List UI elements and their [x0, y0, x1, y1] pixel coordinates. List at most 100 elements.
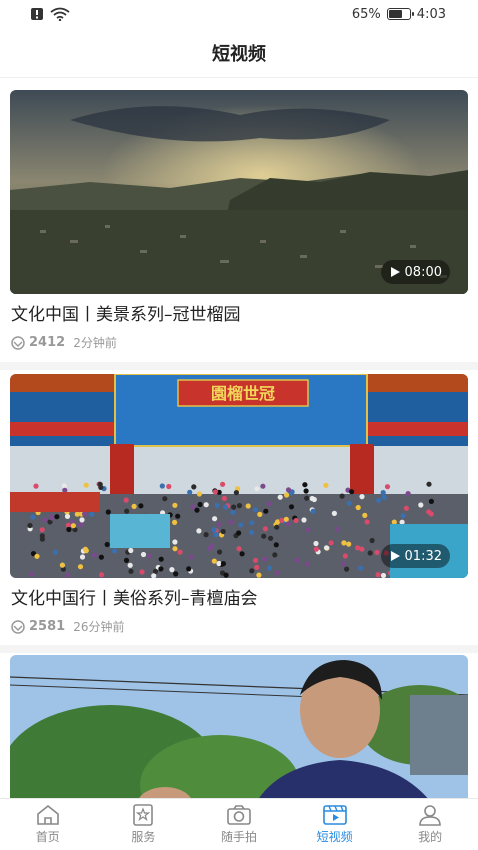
- crowd-dot: [381, 494, 387, 500]
- crowd-dot: [359, 494, 365, 500]
- crowd-dot: [328, 540, 334, 546]
- crowd-dot: [273, 542, 279, 548]
- crowd-dot: [128, 568, 134, 574]
- crowd-dot: [284, 492, 290, 498]
- crowd-dot: [342, 553, 348, 559]
- crowd-dot: [59, 562, 65, 568]
- crowd-dot: [236, 530, 242, 536]
- tab-label: 首页: [35, 830, 60, 844]
- crowd-dot: [245, 503, 251, 509]
- crowd-dot: [105, 509, 111, 515]
- crowd-dot: [78, 522, 84, 528]
- crowd-dot: [277, 494, 283, 500]
- tab-service[interactable]: 服务: [96, 799, 192, 850]
- crowd-dot: [236, 503, 242, 509]
- crowd-dot: [70, 523, 76, 529]
- crowd-dot: [223, 572, 229, 578]
- crowd-dot: [66, 526, 72, 533]
- battery-fill: [388, 10, 402, 18]
- tab-label: 短视频: [316, 830, 353, 844]
- video-duration: 08:00: [404, 264, 442, 280]
- crowd-dot: [268, 535, 274, 541]
- crowd-dot: [323, 545, 330, 551]
- crowd-dot: [39, 527, 45, 533]
- crowd-dot: [362, 512, 368, 518]
- crowd-dot: [323, 482, 329, 488]
- bottom-tab-bar: 首页 服务 随手拍 短视频 我的: [0, 798, 478, 850]
- video-card[interactable]: 園榴世冠 01:32 文化中国行丨美俗系列–青檀庙会 2581 26分钟前: [0, 370, 478, 655]
- crowd-dot: [217, 549, 223, 555]
- video-thumbnail[interactable]: 08:00: [10, 90, 468, 294]
- crowd-dot: [384, 484, 391, 490]
- crowd-dot: [91, 552, 98, 558]
- crowd-dot: [30, 514, 36, 520]
- crowd-dot: [159, 483, 165, 489]
- tab-snapshot[interactable]: 随手拍: [191, 799, 287, 850]
- publish-time: 2分钟前: [73, 336, 117, 350]
- crowd-dot: [214, 502, 220, 508]
- video-feed[interactable]: 08:00 文化中国丨美景系列–冠世榴园 2412 2分钟前 園榴世冠 01:3…: [0, 78, 478, 798]
- crowd-dot: [172, 539, 178, 545]
- page-title: 短视频: [212, 43, 266, 65]
- crowd-dot: [97, 481, 103, 487]
- video-card[interactable]: [0, 653, 478, 798]
- crowd-dot: [239, 551, 245, 557]
- crowd-dot: [162, 496, 168, 502]
- crowd-dot: [52, 549, 59, 555]
- crowd-dot: [252, 507, 259, 513]
- crowd-dot: [172, 546, 178, 552]
- crowd-dot: [65, 572, 71, 578]
- video-meta: 2581 26分钟前: [11, 618, 124, 635]
- crowd-dot: [341, 540, 347, 546]
- publish-time: 26分钟前: [73, 620, 125, 634]
- crowd-dot: [190, 504, 196, 510]
- video-thumbnail[interactable]: [10, 655, 468, 798]
- crowd-dot: [207, 545, 213, 552]
- duration-badge: 08:00: [380, 260, 450, 284]
- crowd-dot: [344, 566, 350, 572]
- crowd-dot: [248, 529, 255, 536]
- crowd-dot: [369, 537, 375, 544]
- crowd-dot: [124, 508, 130, 514]
- crowd-dot: [83, 482, 89, 488]
- crowd-dot: [54, 514, 60, 520]
- crowd-dot: [274, 524, 280, 530]
- crowd-dot: [48, 513, 55, 519]
- crowd-dot: [274, 570, 280, 576]
- crowd-dot: [203, 532, 209, 538]
- clock: 4:03: [416, 6, 446, 22]
- crowd-dot: [355, 545, 361, 551]
- crowd-dot: [33, 483, 39, 489]
- crowd-dot: [212, 516, 218, 522]
- tab-profile[interactable]: 我的: [382, 799, 478, 850]
- video-duration: 01:32: [404, 548, 442, 564]
- tab-home[interactable]: 首页: [0, 799, 96, 850]
- status-bar: 65% 4:03: [0, 0, 478, 28]
- video-title[interactable]: 文化中国丨美景系列–冠世榴园: [11, 300, 241, 325]
- crowd-dot: [428, 498, 434, 504]
- crowd-dot: [186, 566, 192, 572]
- card-divider: [0, 645, 478, 653]
- crowd-dot: [211, 527, 217, 533]
- crowd-dot: [112, 548, 118, 554]
- crowd-dot: [260, 483, 266, 489]
- views-icon: [11, 335, 25, 350]
- crowd-dot: [172, 502, 178, 508]
- crowd-dot: [346, 500, 352, 506]
- crowd-dot: [391, 519, 397, 525]
- video-card[interactable]: 08:00 文化中国丨美景系列–冠世榴园 2412 2分钟前: [0, 78, 478, 362]
- crowd-dot: [191, 484, 197, 490]
- crowd-dot: [196, 528, 202, 534]
- crowd-dot: [301, 517, 307, 523]
- crowd-dot: [220, 481, 226, 487]
- video-meta: 2412 2分钟前: [11, 334, 117, 351]
- crowd-dot: [262, 526, 268, 532]
- crowd-dot: [211, 558, 217, 564]
- crowd-dot: [418, 502, 424, 508]
- crowd-dot: [127, 562, 133, 568]
- video-title[interactable]: 文化中国行丨美俗系列–青檀庙会: [11, 584, 258, 609]
- video-thumbnail[interactable]: 園榴世冠 01:32: [10, 374, 468, 578]
- tab-short-video[interactable]: 短视频: [287, 799, 383, 850]
- view-count-value: 2581: [29, 619, 66, 634]
- tab-label: 我的: [418, 830, 443, 844]
